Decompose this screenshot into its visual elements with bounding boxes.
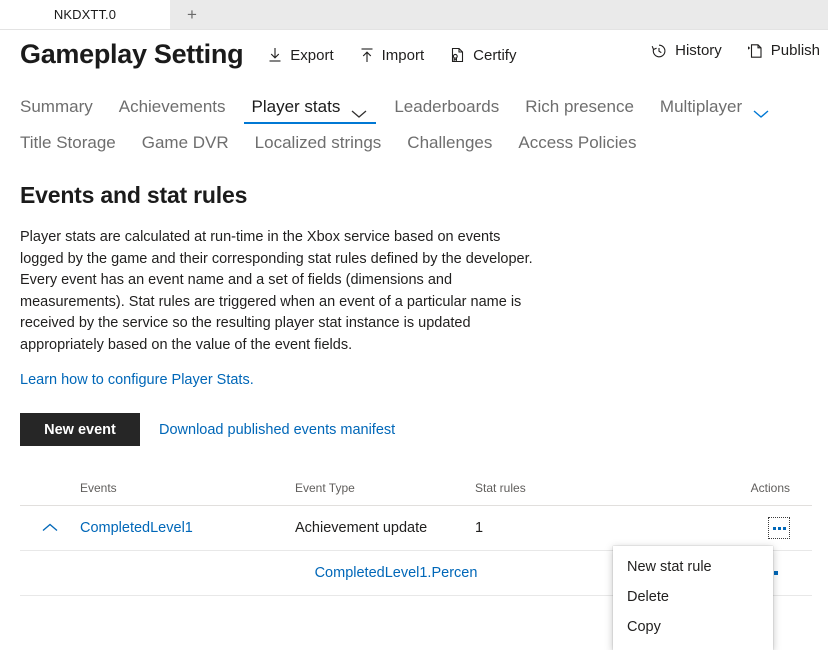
page-container: Gameplay Setting Export Import Certify H…: [0, 30, 828, 596]
cell-event-name: CompletedLevel1: [80, 520, 295, 536]
download-icon: [268, 47, 282, 63]
tab-title-storage[interactable]: Title Storage: [20, 133, 129, 160]
tab-game-dvr[interactable]: Game DVR: [129, 133, 242, 160]
column-header-event-type: Event Type: [295, 481, 355, 495]
tab-achievements-label: Achievements: [118, 97, 226, 116]
upload-icon: [360, 47, 374, 63]
publish-button[interactable]: Publish: [746, 42, 820, 59]
cell-event-type: Achievement update: [295, 520, 428, 536]
browser-tab-active[interactable]: NKDXTT.0: [0, 0, 170, 29]
section-heading: Events and stat rules: [20, 182, 248, 208]
history-clock-icon: [651, 43, 667, 59]
tab-multiplayer-label: Multiplayer: [659, 97, 743, 116]
sub-row-truncated-mark: [774, 571, 778, 575]
browser-tab-title: NKDXTT.0: [53, 7, 117, 22]
tab-title-storage-label: Title Storage: [20, 133, 116, 152]
new-tab-button[interactable]: +: [170, 0, 214, 29]
event-name-link[interactable]: CompletedLevel1: [80, 520, 193, 536]
tab-strip-empty-area: [214, 0, 828, 29]
chevron-down-icon[interactable]: [752, 104, 770, 118]
tab-player-stats-label: Player stats: [251, 97, 341, 116]
tab-player-stats[interactable]: Player stats: [239, 97, 382, 124]
certify-button[interactable]: Certify: [450, 47, 516, 64]
import-button[interactable]: Import: [360, 46, 425, 64]
tab-localized-strings[interactable]: Localized strings: [242, 133, 395, 160]
chevron-down-icon[interactable]: [350, 104, 368, 118]
column-header-actions: Actions: [750, 481, 790, 495]
plus-icon: +: [187, 5, 197, 24]
context-menu-item-new-stat-rule[interactable]: New stat rule: [613, 552, 773, 582]
tab-summary-label: Summary: [20, 97, 93, 116]
cell-actions: [750, 517, 812, 539]
browser-tab-strip: NKDXTT.0 +: [0, 0, 828, 30]
command-bar-right: History Publish: [651, 42, 820, 59]
import-label: Import: [381, 46, 425, 64]
tab-challenges[interactable]: Challenges: [394, 133, 505, 160]
history-button[interactable]: History: [651, 42, 722, 59]
column-header-events: Events: [80, 481, 117, 495]
page-title: Gameplay Setting: [20, 39, 244, 69]
tab-localized-strings-label: Localized strings: [254, 133, 382, 152]
row-expander-cell: [20, 522, 80, 534]
tab-challenges-label: Challenges: [407, 133, 493, 152]
chevron-up-icon[interactable]: [40, 522, 60, 534]
action-button-row: New event Download published events mani…: [20, 413, 828, 446]
export-button[interactable]: Export: [268, 46, 334, 64]
tab-leaderboards[interactable]: Leaderboards: [381, 97, 512, 124]
tab-access-policies-label: Access Policies: [518, 133, 637, 152]
row-context-menu: New stat rule Delete Copy: [613, 546, 773, 650]
new-event-button[interactable]: New event: [20, 413, 140, 446]
learn-player-stats-link[interactable]: Learn how to configure Player Stats.: [20, 372, 254, 388]
column-header-stat-rules: Stat rules: [475, 481, 526, 495]
tab-access-policies[interactable]: Access Policies: [505, 133, 649, 160]
table-header-row: Events Event Type Stat rules Actions: [20, 475, 812, 506]
section-description: Player stats are calculated at run-time …: [20, 229, 533, 353]
cell-stat-rules-count: 1: [475, 520, 484, 536]
row-actions-button[interactable]: [768, 517, 790, 539]
tab-summary[interactable]: Summary: [20, 97, 106, 124]
tab-rich-presence-label: Rich presence: [525, 97, 634, 116]
certify-label: Certify: [473, 46, 517, 64]
publish-document-icon: [746, 43, 763, 59]
context-menu-item-delete[interactable]: Delete: [613, 582, 773, 612]
download-manifest-link[interactable]: Download published events manifest: [159, 422, 395, 438]
tab-rich-presence[interactable]: Rich presence: [512, 97, 647, 124]
title-row: Gameplay Setting Export Import Certify H…: [20, 30, 828, 84]
stat-rule-name-link[interactable]: CompletedLevel1.Percen: [315, 565, 478, 581]
ellipsis-icon: [772, 526, 786, 530]
history-label: History: [675, 42, 722, 59]
primary-nav-tabs: Summary Achievements Player stats Leader…: [20, 86, 828, 124]
context-menu-item-copy[interactable]: Copy: [613, 612, 773, 642]
main-content: Events and stat rules Player stats are c…: [20, 160, 828, 596]
tab-game-dvr-label: Game DVR: [141, 133, 229, 152]
tab-achievements[interactable]: Achievements: [106, 97, 239, 124]
command-bar-left: Export Import Certify: [268, 47, 516, 64]
certificate-icon: [450, 47, 465, 63]
publish-label: Publish: [770, 42, 820, 59]
tab-leaderboards-label: Leaderboards: [394, 97, 500, 116]
tab-multiplayer[interactable]: Multiplayer: [647, 97, 783, 124]
secondary-nav-tabs: Title Storage Game DVR Localized strings…: [20, 126, 828, 160]
export-label: Export: [290, 46, 334, 64]
table-row[interactable]: CompletedLevel1 Achievement update 1: [20, 506, 812, 551]
